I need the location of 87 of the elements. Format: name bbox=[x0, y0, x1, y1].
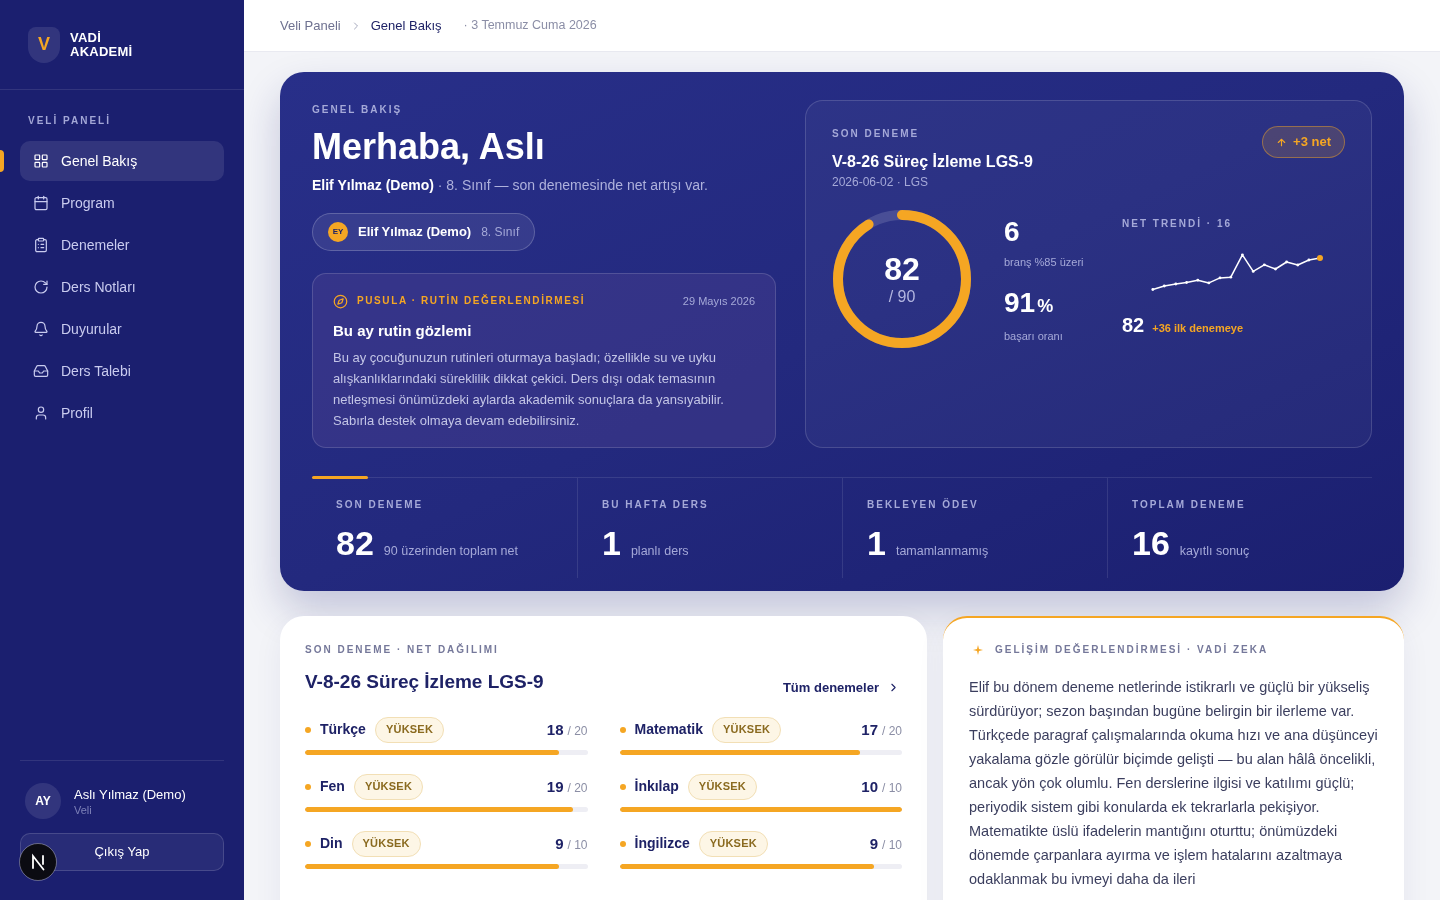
subject-name: Fen bbox=[320, 777, 345, 796]
stat-label: BEKLEYEN ÖDEV bbox=[867, 498, 979, 511]
trend-label: NET TRENDİ · 16 bbox=[1122, 218, 1232, 230]
breadcrumb-link[interactable]: Genel Bakış bbox=[370, 15, 442, 36]
nav-section-label: VELİ PANELİ bbox=[28, 115, 111, 127]
current-date: · 3 Temmuz Cuma 2026 bbox=[463, 17, 597, 35]
net-change-text: +3 net bbox=[1293, 133, 1331, 152]
subject-name: İnkılap bbox=[634, 777, 679, 796]
student-chip[interactable]: EY Elif Yılmaz (Demo) 8. Sınıf bbox=[312, 213, 536, 251]
subject-name: Türkçe bbox=[320, 720, 366, 739]
student-avatar: EY bbox=[328, 222, 348, 242]
nav-item[interactable]: Profil bbox=[20, 393, 224, 433]
level-badge: YÜKSEK bbox=[711, 716, 782, 743]
trend-value: 82 bbox=[1122, 313, 1145, 337]
inbox-icon bbox=[33, 363, 49, 379]
assessment-text: Elif bu dönem deneme netlerinde istikrarlı ve güçlü bir yükseliş sürdürüyor; sezon başından bugüne belirgin bir ilerleme var. Türkçede paragraf çalışmalarında okuma hızı ve ana düşünceyi yakalama gözle görülür biçimde gelişti — bu alan hâlâ öncelikli, ancak yön çok olumlu. Fen derslerine ilgisi ve katılımı güçlü; periyodik sistem gibi konularda ek tekrarlarla pekişiyor. Matematikte üslü ifadelerin mantığını oturttu; önümüzdeki dönemde çarpanlara ayırma ve işlem hatalarını azaltmaya odaklanmak bu ivmeyi daha da ileri bbox=[969, 677, 1378, 889]
subject-name: İngilizce bbox=[634, 834, 690, 853]
stat-label: BU HAFTA DERS bbox=[602, 498, 709, 511]
sparkle-icon bbox=[973, 644, 983, 655]
stat-value: 1 bbox=[602, 522, 621, 563]
level-badge: YÜKSEK bbox=[351, 830, 421, 857]
card-eyebrow: SON DENEME bbox=[832, 128, 920, 140]
stat-caption: planlı ders bbox=[630, 542, 689, 560]
user-name: Aslı Yılmaz (Demo) bbox=[74, 785, 186, 803]
subject-score: 17 / 20 bbox=[861, 719, 902, 740]
exam-meta: 2026-06-02 · LGS bbox=[832, 174, 929, 190]
level-badge: YÜKSEK bbox=[698, 830, 768, 857]
subject-name: Matematik bbox=[634, 720, 703, 739]
trend-delta: +36 ilk denemeye bbox=[1152, 321, 1244, 336]
calendar-icon bbox=[33, 195, 49, 211]
stat-label: branş %85 üzeri bbox=[1004, 255, 1084, 269]
student-grade: 8. Sınıf bbox=[481, 224, 520, 241]
bell-icon bbox=[33, 321, 49, 337]
level-badge: YÜKSEK bbox=[353, 773, 424, 800]
user-avatar: AY bbox=[25, 783, 61, 819]
note-title: Bu ay rutin gözlemi bbox=[333, 320, 472, 341]
nav-item[interactable]: Program bbox=[20, 183, 224, 223]
stat-label: başarı oranı bbox=[1004, 329, 1063, 343]
note-date: 29 Mayıs 2026 bbox=[682, 294, 755, 309]
brand-name: VADİ AKADEMİ bbox=[70, 30, 133, 59]
user-icon bbox=[33, 405, 49, 421]
nav-item[interactable]: Denemeler bbox=[20, 225, 224, 265]
compass-icon bbox=[333, 293, 348, 309]
level-badge: YÜKSEK bbox=[687, 773, 758, 800]
subject-score: 10 / 10 bbox=[861, 776, 902, 797]
stat-value: 82 bbox=[336, 522, 374, 563]
hero-subtitle: Elif Yılmaz (Demo) · 8. Sınıf — son denemesinde net artışı var. bbox=[312, 176, 708, 195]
exam-title: V-8-26 Süreç İzleme LGS-9 bbox=[305, 669, 544, 694]
subject-score: 9 / 10 bbox=[555, 833, 588, 854]
user-role: Veli bbox=[74, 802, 92, 817]
stat-caption: kayıtlı sonuç bbox=[1179, 542, 1250, 560]
subject-score: 9 / 10 bbox=[869, 833, 902, 854]
stat-value: 1 bbox=[867, 522, 886, 563]
greeting-title: Merhaba, Aslı bbox=[312, 127, 545, 167]
active-indicator bbox=[0, 150, 4, 172]
note-tag: PUSULA · RUTİN DEĞERLENDİRMESİ bbox=[357, 295, 586, 308]
stat-label: TOPLAM DENEME bbox=[1132, 498, 1246, 511]
clipboard-icon bbox=[33, 237, 49, 253]
hero-eyebrow: GENEL BAKIŞ bbox=[312, 104, 403, 116]
stat-value: 16 bbox=[1132, 522, 1170, 563]
stat-value: 91% bbox=[1004, 287, 1054, 320]
card-eyebrow: GELİŞİM DEĞERLENDİRMESİ · VADİ ZEKA bbox=[995, 643, 1269, 656]
arrow-up-icon bbox=[1276, 136, 1288, 148]
nav-item[interactable]: Duyurular bbox=[20, 309, 224, 349]
all-exams-link[interactable]: Tüm denemeler bbox=[782, 678, 900, 698]
subject-score: 19 / 20 bbox=[546, 776, 588, 797]
stat-caption: 90 üzerinden toplam net bbox=[383, 542, 518, 560]
subject-name: Din bbox=[320, 834, 343, 853]
logo-mark: V bbox=[28, 26, 60, 63]
ring-total: / 90 bbox=[888, 287, 916, 307]
level-badge: YÜKSEK bbox=[374, 716, 445, 743]
nav-item[interactable]: Ders Notları bbox=[20, 267, 224, 307]
ring-score: 82 bbox=[884, 251, 920, 287]
circular-arrow-icon bbox=[33, 279, 49, 295]
breadcrumb-link[interactable]: Veli Paneli bbox=[280, 15, 341, 36]
stat-label: SON DENEME bbox=[336, 498, 424, 511]
grid-icon bbox=[33, 153, 49, 169]
card-eyebrow: SON DENEME · NET DAĞILIMI bbox=[305, 643, 499, 656]
nav-item[interactable]: Ders Talebi bbox=[20, 351, 224, 391]
student-name: Elif Yılmaz (Demo) bbox=[358, 223, 472, 242]
accent-bar bbox=[312, 475, 368, 479]
n-logo-icon[interactable] bbox=[19, 843, 57, 881]
stat-caption: tamamlanmamış bbox=[895, 542, 989, 560]
note-text: Bu ay çocuğunuzun rutinleri oturmaya başladı; özellikle su ve uyku alışkanlıklarındaki süreklilik dikkat çekici. Ders dışı odak temasının netleşmesi önümüzdeki aylarda akademik sonuçlara da yansıyabilir. Sabırla destek olmaya devam edebilirsiniz. bbox=[333, 348, 725, 430]
exam-title: V-8-26 Süreç İzleme LGS-9 bbox=[832, 152, 1033, 172]
stat-value: 6 bbox=[1004, 216, 1020, 248]
subject-score: 18 / 20 bbox=[546, 719, 588, 740]
